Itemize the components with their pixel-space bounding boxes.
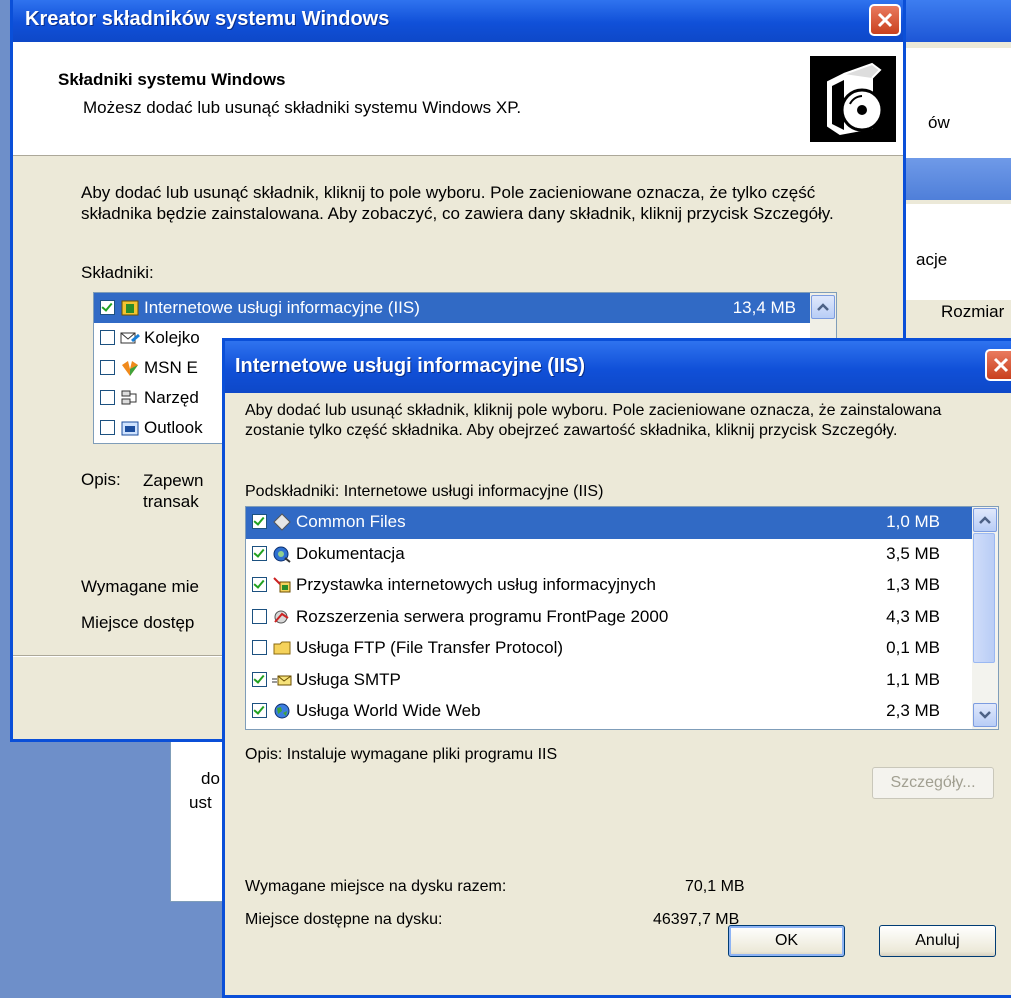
- common-files-icon: [272, 513, 292, 531]
- scroll-down-button[interactable]: [973, 703, 997, 727]
- list-item[interactable]: Przystawka internetowych usług informacy…: [246, 570, 998, 602]
- subcomponent-name: Dokumentacja: [296, 543, 405, 563]
- subcomponent-name: Przystawka internetowych usług informacy…: [296, 575, 656, 594]
- component-name: Kolejko: [144, 328, 200, 347]
- wizard-free-space-label: Miejsce dostęp: [81, 613, 195, 632]
- subcomponent-checkbox[interactable]: [252, 545, 267, 561]
- opis-label: Opis:: [81, 470, 121, 489]
- list-item[interactable]: Dokumentacja 3,5 MB: [246, 539, 998, 571]
- wizard-title: Kreator składników systemu Windows: [25, 8, 390, 30]
- iis-icon: [120, 299, 140, 317]
- subcomponent-size: 0,1 MB: [886, 638, 940, 657]
- subcomponent-size: 1,1 MB: [886, 669, 940, 689]
- wizard-close-button[interactable]: [869, 4, 901, 36]
- component-checkbox[interactable]: [100, 390, 115, 405]
- list-item[interactable]: Internetowe usługi informacyjne (IIS) 13…: [94, 293, 836, 323]
- free-space-value: 46397,7 MB: [653, 911, 740, 928]
- message-queue-icon: [120, 329, 140, 347]
- scroll-thumb[interactable]: [973, 533, 995, 663]
- wizard-header: Składniki systemu Windows Możesz dodać l…: [13, 42, 903, 156]
- www-icon: [272, 702, 292, 720]
- component-checkbox[interactable]: [100, 420, 115, 435]
- list-item[interactable]: Usługa SMTP 1,1 MB: [246, 665, 998, 697]
- background-panel-line-1: do: [201, 769, 220, 788]
- component-name: Narzęd: [144, 388, 199, 407]
- chevron-up-icon: [979, 516, 991, 524]
- component-name: Internetowe usługi informacyjne (IIS): [144, 298, 420, 317]
- background-section-band: [900, 158, 1011, 200]
- cancel-button[interactable]: Anuluj: [879, 925, 996, 957]
- background-panel-line-2: ust: [189, 793, 212, 812]
- details-button[interactable]: Szczegóły...: [872, 767, 994, 799]
- subcomponent-checkbox[interactable]: [252, 640, 267, 655]
- subcomponent-checkbox[interactable]: [252, 608, 267, 624]
- msn-icon: [120, 359, 140, 377]
- snap-in-icon: [272, 576, 292, 594]
- dialog-close-button[interactable]: [985, 349, 1011, 381]
- background-label-1: ów: [928, 113, 950, 132]
- chevron-down-icon: [979, 711, 991, 719]
- component-name: MSN E: [144, 358, 198, 377]
- background-title-band: [900, 0, 1011, 42]
- smtp-icon: [272, 671, 292, 689]
- subcomponent-checkbox[interactable]: [252, 703, 267, 718]
- list-item[interactable]: Usługa World Wide Web 2,3 MB: [246, 696, 998, 728]
- frontpage-icon: [272, 608, 292, 626]
- scroll-up-button[interactable]: [973, 508, 997, 532]
- component-checkbox[interactable]: [100, 360, 115, 375]
- outlook-icon: [120, 419, 140, 437]
- dialog-title: Internetowe usługi informacyjne (IIS): [235, 355, 586, 377]
- wizard-header-title: Składniki systemu Windows: [58, 70, 286, 89]
- ftp-folder-icon: [272, 639, 292, 657]
- wizard-title-bar[interactable]: Kreator składników systemu Windows: [13, 0, 903, 42]
- component-name: Outlook: [144, 418, 203, 437]
- close-icon: [877, 12, 893, 28]
- background-panel: [900, 48, 1011, 158]
- component-size: 13,4 MB: [732, 298, 796, 317]
- subcomponent-size: 2,3 MB: [886, 701, 940, 720]
- subcomponent-name: Rozszerzenia serwera programu FrontPage …: [296, 606, 669, 626]
- subcomponent-name: Usługa World Wide Web: [296, 701, 481, 720]
- subcomponent-name: Common Files: [296, 512, 406, 531]
- subcomponent-name: Usługa FTP (File Transfer Protocol): [296, 638, 564, 657]
- chevron-up-icon: [817, 303, 829, 311]
- component-checkbox[interactable]: [100, 300, 115, 315]
- subcomponent-size: 1,0 MB: [886, 512, 940, 531]
- ok-button[interactable]: OK: [728, 925, 845, 957]
- component-checkbox[interactable]: [100, 330, 115, 345]
- documentation-icon: [272, 545, 292, 563]
- dialog-description: Aby dodać lub usunąć składnik, kliknij p…: [245, 402, 942, 439]
- list-item[interactable]: Common Files 1,0 MB: [246, 507, 998, 539]
- subcomponent-checkbox[interactable]: [252, 577, 267, 592]
- required-space-value: 70,1 MB: [685, 878, 745, 895]
- free-space-label: Miejsce dostępne na dysku:: [245, 911, 443, 928]
- list-item[interactable]: Usługa FTP (File Transfer Protocol) 0,1 …: [246, 633, 998, 665]
- subcomponent-size: 4,3 MB: [886, 606, 940, 626]
- subcomponent-checkbox[interactable]: [252, 671, 267, 687]
- wizard-description: Aby dodać lub usunąć składnik, kliknij t…: [81, 183, 834, 223]
- background-label-2: acje: [916, 250, 948, 269]
- subcomponent-size: 1,3 MB: [886, 575, 940, 594]
- background-column-header[interactable]: Rozmiar: [941, 302, 1004, 322]
- close-icon: [993, 357, 1009, 373]
- tools-icon: [120, 389, 140, 407]
- dialog-description-text: Opis: Instaluje wymagane pliki programu …: [245, 746, 558, 763]
- dialog-title-bar[interactable]: Internetowe usługi informacyjne (IIS): [225, 341, 1011, 393]
- list-item[interactable]: Rozszerzenia serwera programu FrontPage …: [246, 602, 998, 634]
- required-space-label: Wymagane miejsce na dysku razem:: [245, 878, 507, 895]
- subcomponents-scrollbar[interactable]: [972, 507, 998, 729]
- subcomponents-label: Podskładniki: Internetowe usługi informa…: [245, 483, 604, 500]
- wizard-required-space-label: Wymagane mie: [81, 577, 199, 596]
- subcomponent-size: 3,5 MB: [886, 543, 940, 563]
- opis-value: Zapewn transak: [143, 471, 204, 511]
- iis-dialog-window: Internetowe usługi informacyjne (IIS) Ab…: [222, 338, 1011, 998]
- components-label: Składniki:: [81, 263, 154, 282]
- subcomponent-checkbox[interactable]: [252, 514, 267, 529]
- wizard-header-subtitle: Możesz dodać lub usunąć składniki system…: [83, 98, 522, 117]
- subcomponents-list[interactable]: Common Files 1,0 MB Dokumentacja 3,5 MB …: [245, 506, 999, 730]
- cd-box-icon: [810, 56, 896, 142]
- subcomponent-name: Usługa SMTP: [296, 669, 401, 689]
- scroll-up-button[interactable]: [811, 295, 835, 319]
